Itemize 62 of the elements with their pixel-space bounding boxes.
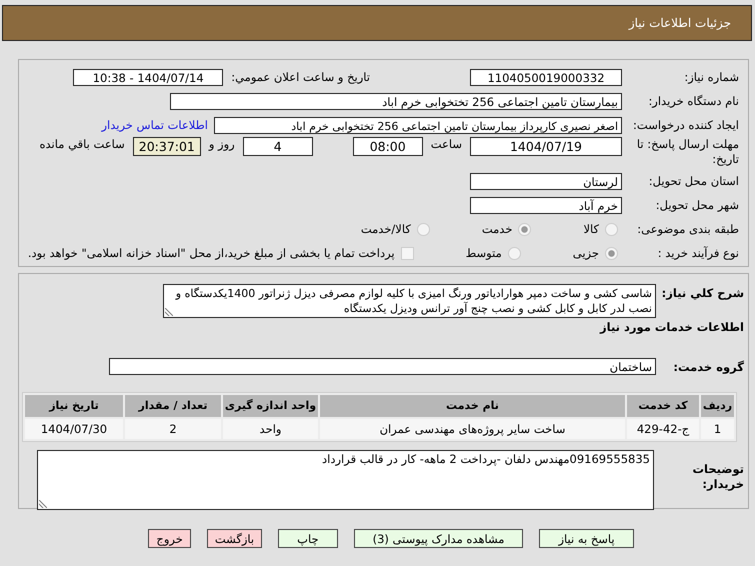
resize-grip-icon [165,308,173,316]
field-label: ایجاد کننده درخواست: [632,118,739,132]
radio-button[interactable] [508,246,521,260]
province-field: لرستان [470,172,622,190]
buyer-notes-field: 09169555835مهندس دلفان -پرداخت 2 ماهه- کار در قالب قرارداد [37,450,654,510]
service-group-field: ساختمان [109,358,656,374]
table-cell: 2 [125,419,221,439]
action-button[interactable]: خروج [148,529,191,548]
deadline-time-field: 08:00 [352,137,423,156]
field-label: نام دستگاه خریدار: [647,94,739,108]
announce-date-field: 1404/07/14 - 10:38 [73,68,224,86]
checkbox[interactable] [400,246,414,260]
column-header: تاریخ نیاز [25,395,123,417]
column-header: کد خدمت [627,395,699,417]
city-field: خرم آباد [470,196,622,214]
column-header: نام خدمت [320,395,625,417]
radio-button[interactable] [605,246,618,260]
radio-button[interactable] [416,222,430,236]
field-label: شرح کلي نیاز: [660,285,744,300]
table-cell: 1 [701,419,734,439]
resize-grip-icon [39,500,47,508]
action-button[interactable]: مشاهده مدارک پیوستی (3) [354,529,524,548]
time-label: ساعت [430,137,462,151]
action-button[interactable]: چاپ [278,529,338,548]
field-label: مهلت ارسال پاسخ: تا تاریخ: [636,137,739,167]
table-cell: ساخت سایر پروژه‌های مهندسی عمران [320,419,625,439]
buyer-org-field: بیمارستان تامین اجتماعی 256 تختخوابی خرم اباد [170,92,622,110]
deadline-date-field: 1404/07/19 [470,137,622,156]
action-button[interactable]: بازگشت [206,529,262,548]
column-header: واحد اندازه گیری [223,395,318,417]
field-label: طبقه بندی موضوعی: [636,222,739,236]
radio-label: جزیی [572,246,599,260]
remaining-label: ساعت باقي مانده [40,137,125,151]
action-button[interactable]: پاسخ به نیاز [539,529,634,548]
days-label: روز و [208,137,235,151]
column-header: ردیف [701,395,734,417]
need-number-field: 1104050019000332 [470,68,622,86]
radio-button[interactable] [605,222,618,236]
field-label: استان محل تحویل: [648,174,739,188]
contact-link[interactable]: اطلاعات تماس خریدار [101,118,208,132]
requester-field: اصغر نصیری کارپرداز بیمارستان تامین اجتماعی 256 تختخوابی خرم اباد [214,116,622,134]
remaining-time-field: 20:37:01 [132,137,201,156]
column-header: تعداد / مقدار [125,395,221,417]
field-label: تاریخ و ساعت اعلان عمومي: [231,70,370,84]
days-field: 4 [242,137,313,156]
page-title: جزئیات اطلاعات نیاز [628,16,731,30]
checkbox-label: پرداخت تمام یا بخشی از مبلغ خرید،از محل "اسناد خزانه اسلامی" خواهد بود. [28,246,395,260]
field-label: شهر محل تحویل: [654,198,739,212]
radio-label: خدمت [482,222,512,236]
radio-label: کالا/خدمت [360,222,411,236]
field-label: گروه خدمت: [672,359,744,374]
field-label: نوع فرآیند خرید : [656,246,739,260]
table-cell: واحد [223,419,318,439]
table-cell: ج-42-429 [627,419,699,439]
field-label: توضیحات خریدار: [692,461,744,492]
radio-label: متوسط [466,246,502,260]
radio-button[interactable] [518,222,532,236]
section-heading: اطلاعات خدمات مورد نیاز [600,319,744,334]
radio-label: کالا [583,222,599,236]
table-cell: 1404/07/30 [25,419,123,439]
description-field: شاسی کشی و ساخت دمپر هوارادیاتور ورنگ امیزی با کلیه لوازم مصرفی دیزل ژنراتور 1400یکدستگاه و نصب لدر کابل و کابل کشی و نصب چنج آور ترانس ودیزل یکدستگاه [163,284,656,318]
field-label: شماره نیاز: [683,70,739,84]
